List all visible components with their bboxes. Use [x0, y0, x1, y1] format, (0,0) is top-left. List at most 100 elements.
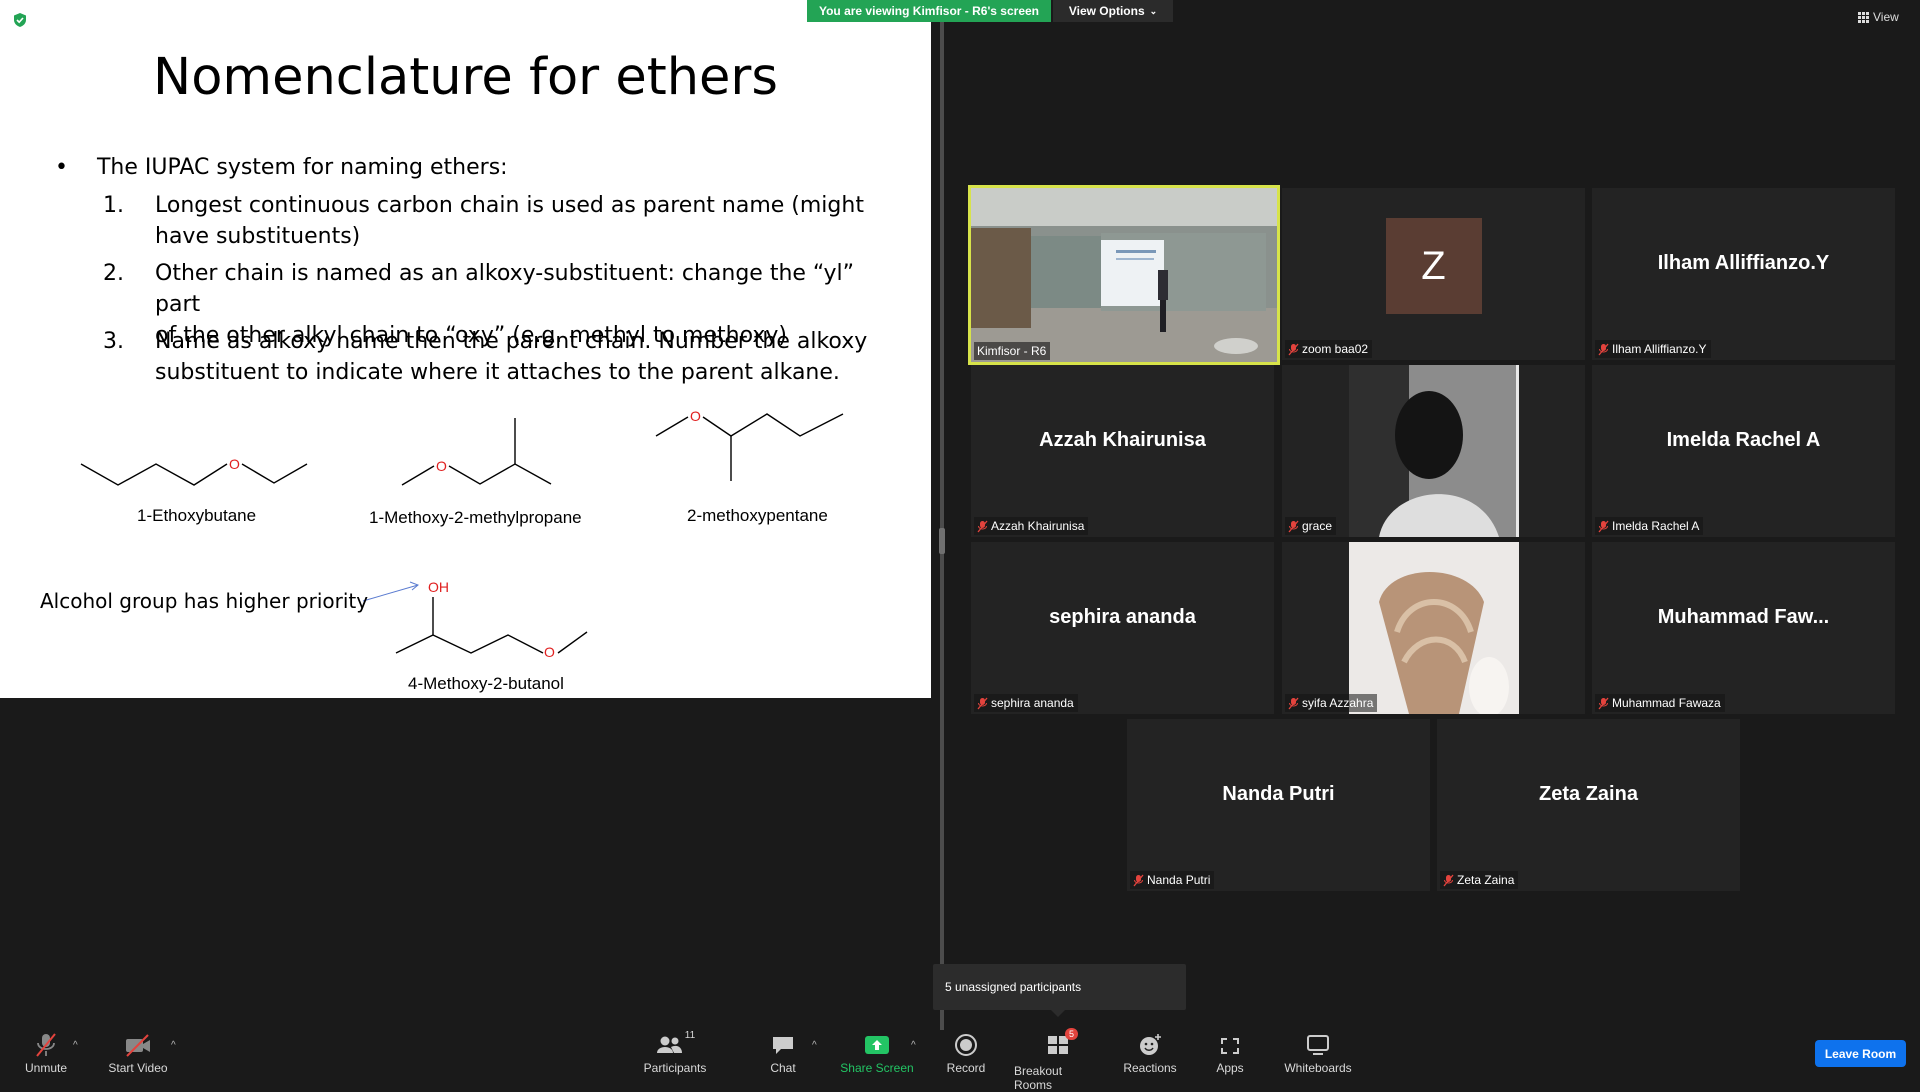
toolbar-label: Participants: [643, 1061, 707, 1075]
participant-name: Nanda Putri: [1147, 873, 1211, 887]
video-tile-syifa[interactable]: syifa Azzahra: [1282, 542, 1585, 714]
video-tile-nanda[interactable]: Nanda Putri Nanda Putri: [1127, 719, 1430, 891]
whiteboards-button[interactable]: Whiteboards: [1280, 1030, 1356, 1080]
reactions-button[interactable]: Reactions: [1122, 1030, 1178, 1080]
ethoxybutane-ethyl: [241, 463, 308, 484]
butanol-methoxy: [557, 631, 588, 654]
view-options-button[interactable]: View Options ⌄: [1053, 0, 1173, 22]
mic-muted-icon: [1288, 343, 1299, 355]
caret-up-icon[interactable]: ^: [171, 1040, 176, 1051]
grace-video: [1349, 365, 1519, 537]
toolbar-label: Unmute: [24, 1061, 68, 1075]
mic-off-icon: [36, 1033, 56, 1057]
video-tile-kimfisor[interactable]: Kimfisor - R6: [968, 185, 1280, 365]
record-button[interactable]: Record: [940, 1030, 992, 1080]
video-tile-muhammad[interactable]: Muhammad Faw... Muhammad Fawaza: [1592, 542, 1895, 714]
participant-display-name: sephira ananda: [1049, 605, 1196, 628]
mic-muted-icon: [1288, 697, 1299, 709]
video-tile-zeta[interactable]: Zeta Zaina Zeta Zaina: [1437, 719, 1740, 891]
video-tile-grace[interactable]: grace: [1282, 365, 1585, 537]
participants-count: 11: [684, 1030, 696, 1041]
participant-display-name: Ilham Alliffianzo.Y: [1657, 251, 1830, 274]
start-video-button[interactable]: Start Video: [104, 1030, 172, 1080]
mic-muted-icon: [1133, 874, 1144, 886]
participant-display-name: Azzah Khairunisa: [1039, 428, 1206, 451]
whiteboard-icon: [1307, 1035, 1329, 1055]
view-button[interactable]: View: [1858, 10, 1899, 24]
participant-name: grace: [1302, 519, 1333, 533]
caret-up-icon[interactable]: ^: [73, 1040, 78, 1051]
mic-muted-icon: [977, 697, 988, 709]
alcohol-priority-note: Alcohol group has higher priority: [40, 589, 369, 613]
video-tile-zoom-baa02[interactable]: Z zoom baa02: [1282, 188, 1585, 360]
grid-icon: [1858, 11, 1869, 23]
participant-display-name: Nanda Putri: [1222, 782, 1335, 805]
caret-up-icon[interactable]: ^: [812, 1040, 817, 1051]
view-label: View: [1873, 10, 1899, 24]
tile-name-label: Muhammad Fawaza: [1595, 694, 1725, 712]
methoxymethylpropane-left: [401, 465, 435, 486]
reactions-icon: [1140, 1034, 1161, 1055]
oxygen-atom: O: [544, 644, 555, 660]
butanol-chain: [395, 634, 544, 654]
apps-button[interactable]: Apps: [1212, 1030, 1248, 1080]
tooltip-arrow: [1051, 1010, 1065, 1017]
tile-name-label: syifa Azzahra: [1285, 694, 1378, 712]
toolbar-label: Record: [946, 1061, 986, 1075]
tile-name-label: Imelda Rachel A: [1595, 517, 1704, 535]
hydroxyl-group: OH: [428, 579, 449, 595]
tile-name-label: Azzah Khairunisa: [974, 517, 1089, 535]
share-screen-button[interactable]: Share Screen: [839, 1030, 915, 1080]
participant-name: Azzah Khairunisa: [991, 519, 1085, 533]
participant-name: Muhammad Fawaza: [1612, 696, 1721, 710]
breakout-rooms-button[interactable]: 5 Breakout Rooms: [1014, 1028, 1102, 1092]
avatar: Z: [1385, 218, 1482, 314]
ethoxybutane-skeleton: [80, 463, 228, 486]
tile-name-label: Nanda Putri: [1130, 871, 1215, 889]
tile-name-label: sephira ananda: [974, 694, 1078, 712]
participants-button[interactable]: 11 Participants: [640, 1030, 710, 1080]
toolbar-label: Apps: [1216, 1061, 1244, 1075]
toolbar-label: Start Video: [108, 1061, 168, 1075]
tile-name-label: grace: [1285, 517, 1337, 535]
mic-muted-icon: [1598, 697, 1609, 709]
record-icon: [955, 1034, 977, 1056]
split-divider[interactable]: [940, 22, 944, 1030]
tile-name-label: Zeta Zaina: [1440, 871, 1519, 889]
video-tile-ilham[interactable]: Ilham Alliffianzo.Y Ilham Alliffianzo.Y: [1592, 188, 1895, 360]
syifa-video: [1349, 542, 1519, 714]
video-tile-imelda[interactable]: Imelda Rachel A Imelda Rachel A: [1592, 365, 1895, 537]
unmute-button[interactable]: Unmute: [18, 1030, 74, 1080]
mic-muted-icon: [1443, 874, 1454, 886]
tile-name-label: Kimfisor - R6: [974, 342, 1051, 360]
oxygen-atom: O: [436, 458, 447, 474]
tile-name-label: zoom baa02: [1285, 340, 1373, 358]
divider-drag-handle[interactable]: [939, 528, 945, 554]
leave-room-button[interactable]: Leave Room: [1815, 1040, 1906, 1067]
caret-up-icon[interactable]: ^: [911, 1040, 916, 1051]
molecule-label: 1-Ethoxybutane: [137, 506, 257, 525]
participant-name: sephira ananda: [991, 696, 1074, 710]
tile-name-label: Ilham Alliffianzo.Y: [1595, 340, 1711, 358]
toolbar-label: Whiteboards: [1284, 1061, 1352, 1075]
toolbar-label: Breakout Rooms: [1014, 1064, 1063, 1092]
share-screen-icon: [865, 1036, 889, 1054]
participant-name: zoom baa02: [1302, 342, 1369, 356]
chat-button[interactable]: Chat: [763, 1030, 803, 1080]
mic-muted-icon: [1598, 343, 1609, 355]
molecule-label: 4-Methoxy-2-butanol: [408, 674, 564, 693]
video-tile-sephira[interactable]: sephira ananda sephira ananda: [971, 542, 1274, 714]
molecule-label: 2-methoxypentane: [687, 506, 828, 525]
chat-icon: [773, 1037, 793, 1054]
participant-name: syifa Azzahra: [1302, 696, 1374, 710]
shared-slide: Nomenclature for ethers • The IUPAC syst…: [0, 0, 931, 698]
oxygen-atom: O: [690, 408, 701, 424]
toolbar-label: Reactions: [1123, 1061, 1177, 1075]
participant-name: Ilham Alliffianzo.Y: [1612, 342, 1707, 356]
unassigned-participants-tooltip: 5 unassigned participants: [933, 964, 1186, 1010]
view-options-label: View Options: [1068, 4, 1145, 18]
oxygen-atom: O: [229, 456, 240, 472]
priority-arrow: [362, 584, 419, 602]
participant-name: Imelda Rachel A: [1612, 519, 1700, 533]
video-tile-azzah[interactable]: Azzah Khairunisa Azzah Khairunisa: [971, 365, 1274, 537]
